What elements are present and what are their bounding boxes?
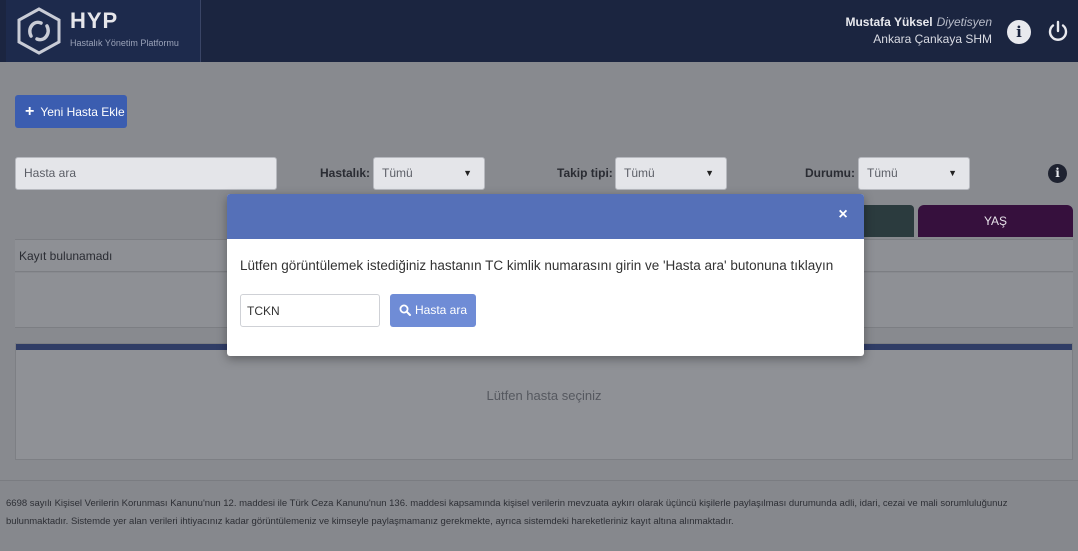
- search-icon: [399, 304, 411, 316]
- select-patient-placeholder: Lütfen hasta seçiniz: [486, 388, 602, 403]
- user-name: Mustafa Yüksel: [845, 15, 933, 29]
- add-patient-button[interactable]: + Yeni Hasta Ekle: [15, 95, 127, 128]
- patient-detail-panel: Lütfen hasta seçiniz: [15, 343, 1073, 460]
- user-unit: Ankara Çankaya SHM: [873, 32, 992, 46]
- chevron-down-icon: ▼: [463, 168, 472, 178]
- logo-mark-icon: [17, 7, 61, 55]
- search-patient-button[interactable]: Hasta ara: [390, 294, 476, 327]
- status-filter-label: Durumu:: [805, 166, 855, 180]
- patient-search-input[interactable]: Hasta ara: [15, 157, 277, 190]
- app-logo[interactable]: HYP Hastalık Yönetim Platformu: [6, 0, 201, 62]
- disease-filter-value: Tümü: [382, 166, 413, 180]
- close-icon[interactable]: ×: [834, 206, 852, 224]
- info-icon[interactable]: i: [1007, 20, 1031, 44]
- logo-subtitle: Hastalık Yönetim Platformu: [70, 38, 179, 48]
- power-icon[interactable]: [1046, 20, 1070, 44]
- disease-filter-select[interactable]: Tümü ▼: [373, 157, 485, 190]
- plus-icon: +: [25, 103, 35, 120]
- top-header: HYP Hastalık Yönetim Platformu Mustafa Y…: [0, 0, 1078, 62]
- logo-title: HYP: [70, 8, 119, 33]
- modal-header: ×: [227, 194, 864, 239]
- chevron-down-icon: ▼: [948, 168, 957, 178]
- user-role: Diyetisyen: [936, 15, 992, 29]
- filters-info-icon[interactable]: i: [1048, 164, 1067, 183]
- tracking-filter-label: Takip tipi:: [557, 166, 613, 180]
- search-button-label: Hasta ara: [414, 303, 468, 317]
- disease-filter-label: Hastalık:: [320, 166, 371, 180]
- modal-message: Lütfen görüntülemek istediğiniz hastanın…: [240, 258, 834, 273]
- status-filter-select[interactable]: Tümü ▼: [858, 157, 970, 190]
- tracking-filter-select[interactable]: Tümü ▼: [615, 157, 727, 190]
- tckn-input[interactable]: [240, 294, 380, 327]
- kvkk-notice-footer: 6698 sayılı Kişisel Verilerin Korunması …: [0, 480, 1078, 551]
- user-info: Mustafa Yüksel Diyetisyen Ankara Çankaya …: [845, 14, 992, 48]
- tracking-filter-value: Tümü: [624, 166, 655, 180]
- chevron-down-icon: ▼: [705, 168, 714, 178]
- status-filter-value: Tümü: [867, 166, 898, 180]
- add-patient-label: Yeni Hasta Ekle: [40, 105, 125, 119]
- tckn-search-modal: × Lütfen görüntülemek istediğiniz hastan…: [227, 194, 864, 356]
- table-header-age[interactable]: YAŞ: [918, 205, 1073, 237]
